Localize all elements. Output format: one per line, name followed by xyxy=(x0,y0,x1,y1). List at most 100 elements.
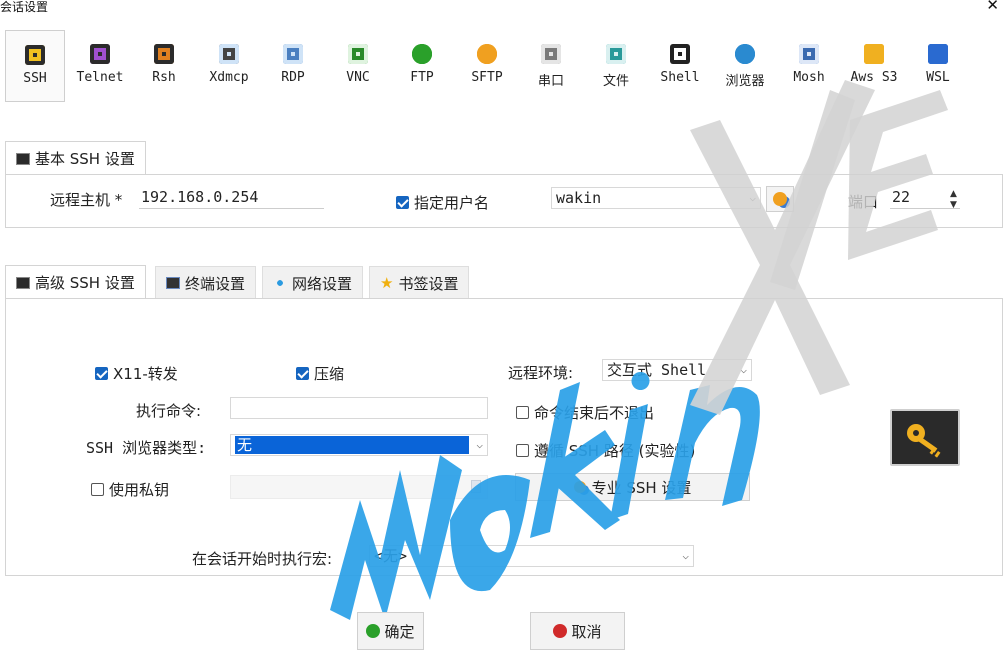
private-key-input[interactable] xyxy=(230,475,488,499)
file-icon xyxy=(471,480,481,493)
remote-env-select[interactable]: 交互式 Shell ⌵ xyxy=(602,359,752,381)
tab-bookmark-label: 书签设置 xyxy=(398,274,459,293)
username-value: wakin xyxy=(556,189,602,207)
x11-forward-checkbox[interactable]: X11-转发 xyxy=(95,363,178,384)
protocol-rdp[interactable]: RDP xyxy=(263,30,323,102)
tab-terminal-label: 终端设置 xyxy=(185,274,246,293)
protocol-telnet[interactable]: Telnet xyxy=(70,30,130,102)
protocol-awss3[interactable]: Aws S3 xyxy=(844,30,904,102)
protocol-vnc[interactable]: VNC xyxy=(328,30,388,102)
tab-basic-ssh[interactable]: 基本 SSH 设置 xyxy=(5,141,146,175)
remote-host-label: 远程主机 * xyxy=(50,191,123,209)
check-circle-icon xyxy=(366,624,381,638)
user-manager-button[interactable] xyxy=(766,186,794,212)
protocol-label: VNC xyxy=(346,70,370,85)
macro-select[interactable]: <无> ⌵ xyxy=(369,545,694,567)
port-spin-up[interactable]: ▲ xyxy=(950,190,957,199)
wsl-windows-icon xyxy=(928,44,948,64)
protocol-file[interactable]: 文件 xyxy=(586,30,646,102)
telnet-icon xyxy=(90,44,110,64)
ssh-key-icon xyxy=(25,45,45,65)
tab-advanced-ssh-label: 高级 SSH 设置 xyxy=(35,274,135,292)
ssh-key-icon xyxy=(16,276,30,289)
tab-terminal[interactable]: 终端设置 xyxy=(155,266,257,299)
ok-label: 确定 xyxy=(384,622,415,641)
specify-user-checkbox[interactable]: 指定用户名 xyxy=(396,192,489,213)
protocol-label: Mosh xyxy=(793,70,825,85)
compress-label: 压缩 xyxy=(314,365,345,383)
remote-env-label: 远程环境: xyxy=(508,364,574,382)
checkbox-mark xyxy=(396,196,409,209)
shell-terminal-icon xyxy=(670,44,690,64)
cancel-button[interactable]: 取消 xyxy=(530,612,625,650)
tab-bookmark[interactable]: ★ 书签设置 xyxy=(369,266,470,299)
exec-cmd-input[interactable] xyxy=(230,397,488,419)
protocol-ssh[interactable]: SSH xyxy=(5,30,65,102)
tab-basic-ssh-label: 基本 SSH 设置 xyxy=(35,150,135,168)
tab-advanced-ssh[interactable]: 高级 SSH 设置 xyxy=(5,265,146,299)
protocol-label: 浏览器 xyxy=(725,74,765,89)
window-title: 会话设置 xyxy=(0,0,49,14)
cancel-label: 取消 xyxy=(571,622,602,641)
protocol-serial[interactable]: 串口 xyxy=(521,30,581,102)
remote-env-value: 交互式 Shell xyxy=(607,361,707,379)
port-spin-down[interactable]: ▼ xyxy=(950,201,957,210)
compress-checkbox[interactable]: 压缩 xyxy=(296,363,344,384)
rsh-icon xyxy=(154,44,174,64)
protocol-wsl[interactable]: WSL xyxy=(908,30,968,102)
protocol-label: Aws S3 xyxy=(850,70,898,85)
advanced-settings-panel: X11-转发 压缩 远程环境: 交互式 Shell ⌵ 执行命令: 命令结束后不… xyxy=(5,298,1003,576)
protocol-toolbar: SSH Telnet Rsh Xdmcp RDP VNC FTP SFTP 串口 文件 Shell 浏… xyxy=(5,30,1005,104)
protocol-xdmcp[interactable]: Xdmcp xyxy=(199,30,259,102)
xdmcp-icon xyxy=(219,44,239,64)
mosh-satellite-icon xyxy=(799,44,819,64)
browser-type-select[interactable]: 无 ⌵ xyxy=(230,434,488,456)
user-settings-icon xyxy=(573,481,586,493)
protocol-mosh[interactable]: Mosh xyxy=(779,30,839,102)
serial-plug-icon xyxy=(541,44,561,64)
protocol-label: 串口 xyxy=(537,74,564,89)
no-exit-label: 命令结束后不退出 xyxy=(534,404,655,422)
chevron-down-icon: ⌵ xyxy=(476,438,483,451)
terminal-icon xyxy=(166,277,180,289)
protocol-label: Rsh xyxy=(152,70,176,85)
checkbox-mark xyxy=(516,406,529,419)
chevron-down-icon: ⌵ xyxy=(740,363,747,376)
use-key-checkbox[interactable]: 使用私钥 xyxy=(91,479,169,500)
ftp-globe-icon xyxy=(412,44,432,64)
specify-user-label: 指定用户名 xyxy=(414,194,490,212)
ssh-key-image xyxy=(890,409,960,466)
protocol-rsh[interactable]: Rsh xyxy=(134,30,194,102)
basic-settings-panel: 远程主机 * 指定用户名 wakin ⌵ 端口 ▲ ▼ xyxy=(5,174,1003,228)
username-select[interactable]: wakin ⌵ xyxy=(551,187,761,209)
aws-s3-icon xyxy=(864,44,884,64)
follow-path-label: 遵循 SSH 路径 (实验性) xyxy=(534,442,696,460)
x11-forward-label: X11-转发 xyxy=(113,365,178,383)
no-exit-checkbox[interactable]: 命令结束后不退出 xyxy=(516,402,654,423)
chevron-down-icon: ⌵ xyxy=(682,549,689,562)
user-manager-icon xyxy=(773,192,787,206)
remote-host-input[interactable] xyxy=(139,185,324,209)
exec-cmd-label: 执行命令: xyxy=(136,402,202,420)
macro-label: 在会话开始时执行宏: xyxy=(192,550,333,568)
chevron-down-icon: ⌵ xyxy=(749,191,756,204)
protocol-shell[interactable]: Shell xyxy=(650,30,710,102)
protocol-label: SFTP xyxy=(471,70,503,85)
close-icon[interactable]: ✕ xyxy=(986,0,999,13)
protocol-sftp[interactable]: SFTP xyxy=(457,30,517,102)
protocol-ftp[interactable]: FTP xyxy=(392,30,452,102)
tab-network[interactable]: 网络设置 xyxy=(262,266,364,299)
protocol-label: Xdmcp xyxy=(209,70,249,85)
pro-ssh-settings-button[interactable]: 专业 SSH 设置 xyxy=(515,473,750,501)
tab-network-label: 网络设置 xyxy=(292,274,353,293)
sftp-globe-icon xyxy=(477,44,497,64)
protocol-label: SSH xyxy=(23,71,47,86)
protocol-browser[interactable]: 浏览器 xyxy=(715,30,775,102)
key-icon xyxy=(907,424,941,458)
port-label: 端口 xyxy=(848,193,879,211)
follow-path-checkbox[interactable]: 遵循 SSH 路径 (实验性) xyxy=(516,440,695,461)
use-key-label: 使用私钥 xyxy=(109,481,170,499)
browser-type-label: SSH 浏览器类型: xyxy=(86,439,207,457)
protocol-label: FTP xyxy=(410,70,434,85)
ok-button[interactable]: 确定 xyxy=(357,612,424,650)
